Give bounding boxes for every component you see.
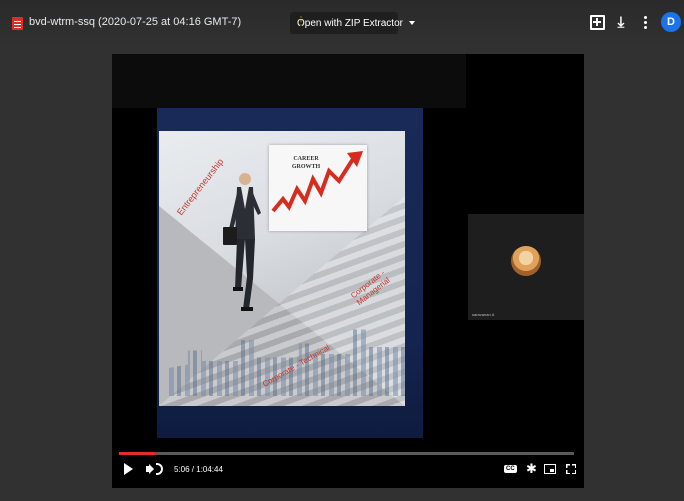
viewer-toolbar: bvd-wtrm-ssq (2020-07-25 at 04:16 GMT-7)…: [0, 0, 684, 46]
add-to-drive-button[interactable]: [588, 13, 606, 31]
career-growth-card: CAREER GROWTH: [269, 145, 367, 231]
download-button[interactable]: ⤓: [612, 13, 630, 31]
settings-icon[interactable]: ✱: [526, 460, 537, 478]
open-with-button[interactable]: Open with ZIP Extractor: [290, 12, 415, 34]
growth-arrow-icon: [271, 151, 363, 213]
more-vert-icon: [643, 15, 647, 19]
seek-bar-progress: [119, 452, 156, 455]
label-entrepreneurship: Entrepreneurship: [175, 156, 226, 218]
file-title: bvd-wtrm-ssq (2020-07-25 at 04:16 GMT-7): [29, 16, 242, 28]
slide-image: CAREER GROWTH Entrepreneurship Corporate…: [159, 131, 405, 406]
miniplayer-icon[interactable]: [544, 460, 556, 478]
play-icon[interactable]: [124, 463, 133, 475]
fullscreen-icon[interactable]: [566, 460, 576, 478]
participant-avatar: [511, 246, 541, 276]
participant-name: saravanan A: [472, 312, 495, 317]
video-top-strip: [112, 54, 466, 108]
more-options-button[interactable]: [636, 13, 654, 31]
volume-icon[interactable]: [146, 460, 163, 478]
captions-icon: CC: [504, 465, 517, 473]
account-avatar[interactable]: D: [661, 12, 681, 32]
video-player[interactable]: CAREER GROWTH Entrepreneurship Corporate…: [112, 54, 584, 488]
captions-button[interactable]: CC: [504, 460, 517, 478]
chevron-down-icon[interactable]: [408, 21, 415, 25]
shared-slide: CAREER GROWTH Entrepreneurship Corporate…: [157, 108, 423, 438]
add-to-drive-icon: [589, 14, 605, 30]
open-with-label: Open with ZIP Extractor: [297, 17, 403, 29]
video-file-icon: [12, 17, 23, 30]
seek-bar[interactable]: [119, 452, 574, 455]
participant-tile: saravanan A: [468, 214, 584, 320]
businessman-illustration: [223, 173, 261, 311]
download-icon: ⤓: [617, 13, 625, 31]
time-display: 5:06 / 1:04:44: [174, 464, 223, 474]
